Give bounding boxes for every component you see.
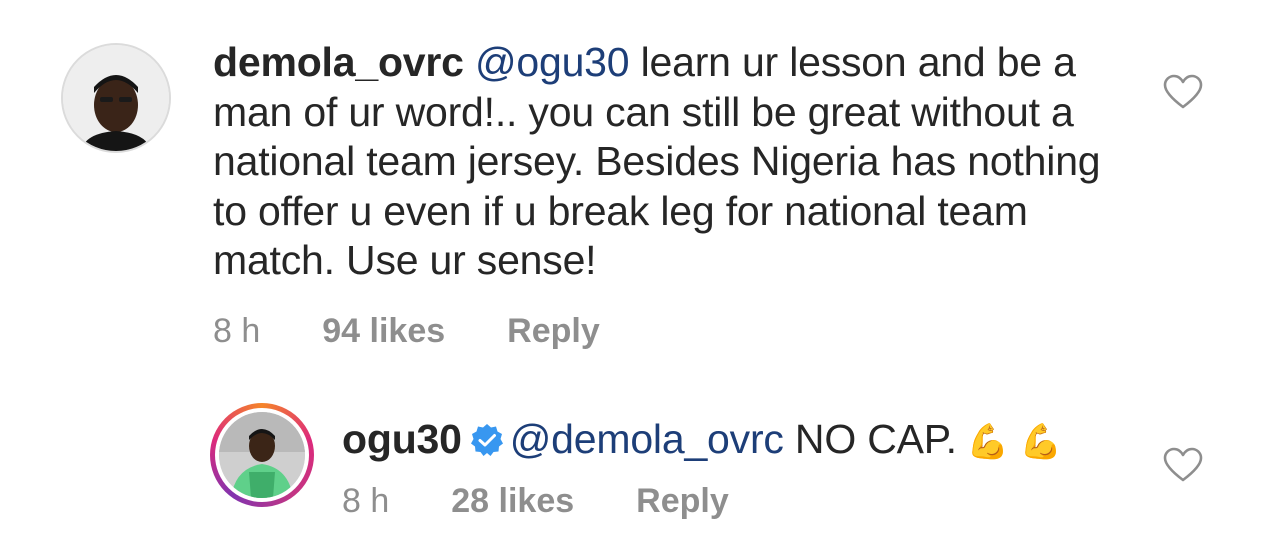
comment-likes[interactable]: 28 likes: [451, 482, 574, 521]
verified-badge-icon: [470, 419, 504, 456]
avatar-story-ring[interactable]: [210, 403, 314, 507]
heart-outline-icon[interactable]: [1163, 74, 1203, 110]
reply-button[interactable]: Reply: [636, 482, 729, 521]
comment-text: ogu30 @demola_ovrc NO CAP. 💪 💪: [342, 415, 1162, 468]
comment-username[interactable]: demola_ovrc: [213, 39, 464, 85]
heart-outline-icon[interactable]: [1163, 447, 1203, 483]
avatar-ring-gap: [215, 408, 309, 502]
comment-mention[interactable]: @ogu30: [475, 39, 630, 85]
comment-meta: 8 h 28 likes Reply: [342, 482, 729, 521]
comment-text: demola_ovrc @ogu30 learn ur lesson and b…: [213, 38, 1133, 286]
avatar: [219, 412, 305, 498]
flexed-biceps-emoji: 💪 💪: [966, 422, 1062, 462]
comment-likes[interactable]: 94 likes: [322, 312, 445, 351]
comment-time: 8 h: [213, 312, 261, 350]
comment-mention[interactable]: @demola_ovrc: [510, 416, 784, 462]
comment-username[interactable]: ogu30: [342, 416, 462, 462]
avatar[interactable]: [61, 43, 171, 153]
reply-button[interactable]: Reply: [507, 312, 600, 351]
comment-meta: 8 h 94 likes Reply: [213, 312, 600, 351]
comment-body: NO CAP.: [794, 416, 957, 462]
avatar-photo: [63, 45, 169, 151]
avatar-photo: [219, 412, 305, 498]
comment-time: 8 h: [342, 482, 390, 520]
